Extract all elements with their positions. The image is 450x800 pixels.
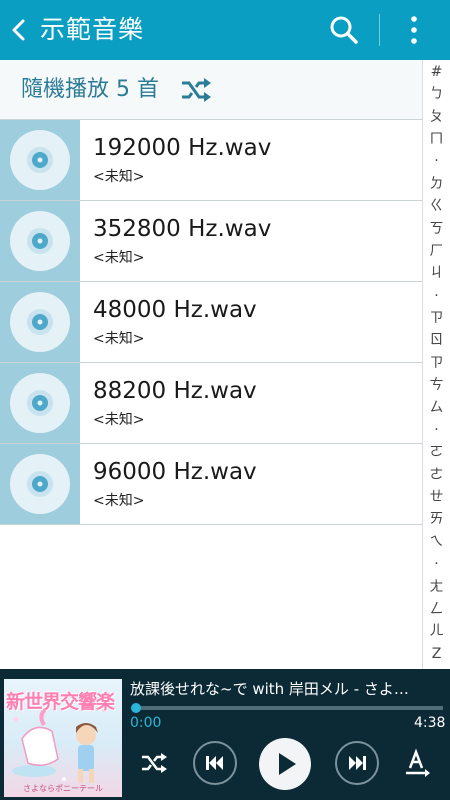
disc-icon [10, 211, 70, 271]
track-artist: <未知> [93, 412, 145, 428]
album-art[interactable]: 新世界交響楽 さよならポニーテール [4, 679, 122, 797]
album-thumbnail [0, 282, 80, 362]
shuffle-icon [142, 753, 167, 773]
index-letter[interactable]: ㄎ [423, 219, 450, 239]
index-letter[interactable]: ㄅ [423, 84, 450, 104]
index-letter[interactable]: ㄜ [423, 465, 450, 485]
back-icon[interactable] [8, 14, 32, 46]
play-button[interactable] [258, 737, 312, 791]
index-letter[interactable]: Z [423, 644, 450, 664]
seek-handle[interactable] [131, 703, 141, 713]
current-time: 0:00 [130, 715, 162, 731]
disc-icon [10, 454, 70, 514]
album-thumbnail [0, 363, 80, 443]
index-letter[interactable]: ㄝ [423, 487, 450, 507]
track-row[interactable]: 352800 Hz.wav <未知> [0, 201, 422, 282]
index-letter[interactable]: ㄦ [423, 621, 450, 641]
track-row[interactable]: 88200 Hz.wav <未知> [0, 363, 422, 444]
track-title: 192000 Hz.wav [93, 135, 272, 161]
track-row[interactable]: 96000 Hz.wav <未知> [0, 444, 422, 525]
track-artist: <未知> [93, 331, 145, 347]
app-bar: 示範音樂 [0, 0, 450, 60]
index-letter[interactable]: ㄘ [423, 375, 450, 395]
index-letter[interactable]: ㄗ [423, 308, 450, 328]
index-letter[interactable]: · [423, 554, 450, 574]
track-list: 192000 Hz.wav <未知> 352800 Hz.wav <未知> 48… [0, 120, 422, 525]
index-letter[interactable]: ㄇ [423, 129, 450, 149]
track-artist: <未知> [93, 169, 145, 185]
index-letter[interactable]: ㄏ [423, 241, 450, 261]
album-thumbnail [0, 201, 80, 281]
index-letter[interactable]: ㄙ [423, 398, 450, 418]
album-thumbnail [0, 120, 80, 200]
previous-icon [193, 741, 237, 785]
divider [379, 14, 380, 46]
index-letter[interactable]: ㄆ [423, 107, 450, 127]
track-title: 96000 Hz.wav [93, 459, 257, 485]
search-icon[interactable] [326, 12, 362, 48]
disc-icon [10, 130, 70, 190]
track-title: 88200 Hz.wav [93, 378, 257, 404]
index-letter[interactable]: ㄤ [423, 577, 450, 597]
track-title: 352800 Hz.wav [93, 216, 272, 242]
index-letter[interactable]: ㄖ [423, 330, 450, 350]
index-letter[interactable]: · [423, 151, 450, 171]
shuffle-label: 隨機播放 5 首 [21, 77, 159, 102]
index-letter[interactable]: ㄛ [423, 442, 450, 462]
next-icon [335, 741, 379, 785]
index-letter[interactable]: · [423, 286, 450, 306]
index-letter[interactable]: · [423, 420, 450, 440]
shuffle-all-row[interactable]: 隨機播放 5 首 [0, 60, 422, 120]
now-playing-title: 放課後せれな~で with 岸田メル - さよ… [130, 680, 409, 698]
shuffle-icon [180, 77, 212, 103]
page-title: 示範音樂 [40, 15, 145, 44]
index-letter[interactable]: ㄗ [423, 353, 450, 373]
track-artist: <未知> [93, 250, 145, 266]
track-row[interactable]: 192000 Hz.wav <未知> [0, 120, 422, 201]
index-letter[interactable]: ㄍ [423, 196, 450, 216]
index-letter[interactable]: ㄐ [423, 263, 450, 283]
track-title: 48000 Hz.wav [93, 297, 257, 323]
disc-icon [10, 292, 70, 352]
index-letter[interactable]: ㄥ [423, 599, 450, 619]
seek-bar[interactable] [136, 706, 443, 710]
index-scroller[interactable]: # ㄅㄆㄇ · ㄉㄍㄎㄏㄐ · ㄗㄖㄗㄘㄙ · ㄛㄜㄝㄞㄟ · ㄤㄥㄦ Z [422, 60, 450, 670]
track-artist: <未知> [93, 493, 145, 509]
previous-button[interactable] [192, 740, 238, 786]
lyrics-icon [406, 748, 430, 777]
album-thumbnail [0, 444, 80, 524]
index-letter[interactable]: # [423, 62, 450, 82]
album-art-title: 新世界交響楽 [6, 691, 115, 713]
play-icon [259, 738, 311, 790]
track-row[interactable]: 48000 Hz.wav <未知> [0, 282, 422, 363]
shuffle-button[interactable] [139, 748, 169, 778]
more-options-icon[interactable] [400, 12, 428, 48]
album-art-subtitle: さよならポニーテール [23, 784, 103, 793]
next-button[interactable] [334, 740, 380, 786]
disc-icon [10, 373, 70, 433]
lyrics-button[interactable] [402, 748, 432, 778]
index-letter[interactable]: ㄟ [423, 532, 450, 552]
index-letter[interactable]: ㄉ [423, 174, 450, 194]
total-time: 4:38 [414, 715, 446, 731]
index-letter[interactable]: ㄞ [423, 509, 450, 529]
